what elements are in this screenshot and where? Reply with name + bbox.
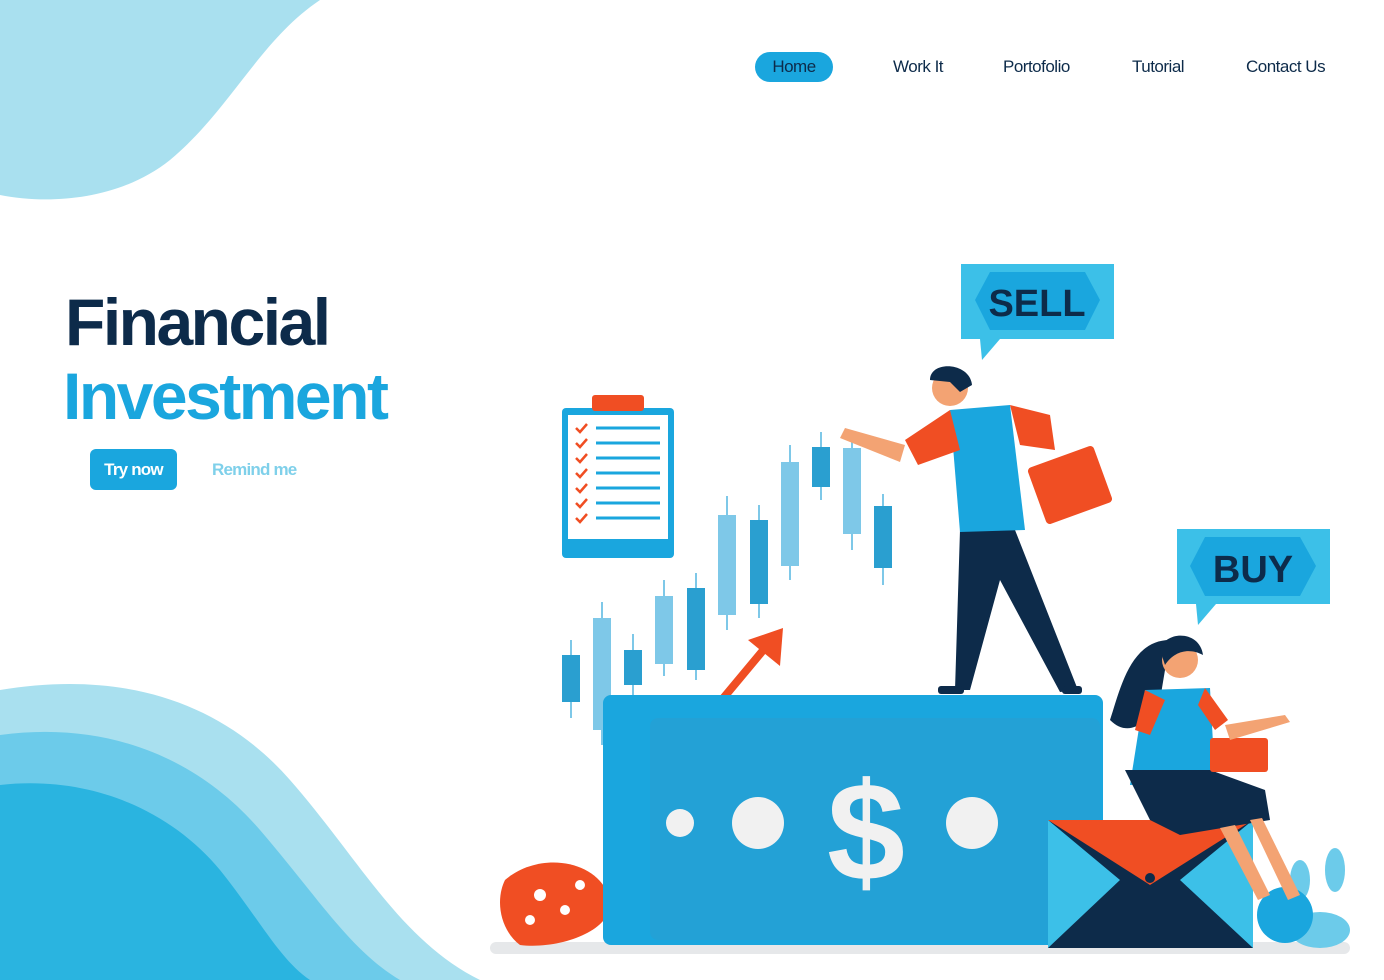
sell-speech-bubble: SELL bbox=[961, 264, 1114, 360]
buy-label: BUY bbox=[1213, 549, 1293, 591]
sell-label: SELL bbox=[988, 283, 1085, 325]
banknote-icon: $ bbox=[603, 695, 1103, 945]
dollar-sign-icon: $ bbox=[827, 753, 905, 910]
envelope-icon bbox=[1048, 820, 1253, 948]
hero-illustration: $ SELL BUY bbox=[490, 264, 1350, 954]
leaf-icon bbox=[500, 862, 611, 946]
buy-speech-bubble: BUY bbox=[1177, 529, 1330, 625]
checklist-clipboard-icon bbox=[562, 395, 674, 558]
